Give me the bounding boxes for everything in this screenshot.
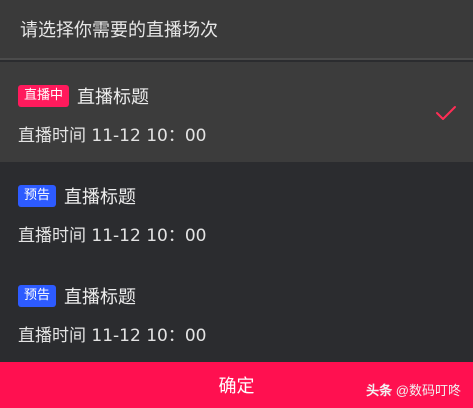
session-time: 直播时间 11-12 10：00 <box>18 126 207 146</box>
session-item-3[interactable]: 预告 直播标题 直播时间 11-12 10：00 <box>0 262 473 362</box>
watermark-brand: 头条 <box>366 383 393 398</box>
watermark: 头条 @数码叮咚 <box>366 380 461 399</box>
status-badge: 直播中 <box>18 85 70 107</box>
checkmark-icon <box>436 106 456 120</box>
session-title: 直播标题 <box>77 87 150 108</box>
session-title: 直播标题 <box>64 287 137 308</box>
page-title-text: 请选择你需要的直播场次 <box>20 20 218 41</box>
session-item-1[interactable]: 直播中 直播标题 直播时间 11-12 10：00 <box>0 62 473 162</box>
session-list: 直播中 直播标题 直播时间 11-12 10：00 预告 直播标题 直播时间 1… <box>0 62 473 362</box>
session-item-2[interactable]: 预告 直播标题 直播时间 11-12 10：00 <box>0 162 473 262</box>
page-title: 请选择你需要的直播场次 <box>0 0 473 60</box>
confirm-button-label: 确定 <box>218 376 255 397</box>
session-time: 直播时间 11-12 10：00 <box>18 226 207 246</box>
status-badge: 预告 <box>18 285 57 307</box>
session-time: 直播时间 11-12 10：00 <box>18 326 207 346</box>
session-title: 直播标题 <box>64 187 137 208</box>
status-badge: 预告 <box>18 185 57 207</box>
watermark-handle: @数码叮咚 <box>395 383 461 398</box>
